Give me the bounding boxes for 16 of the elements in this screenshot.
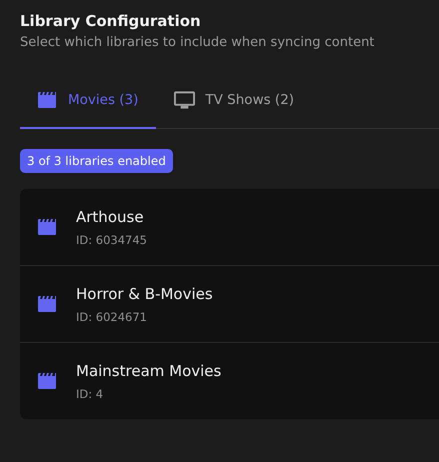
library-id: ID: 6024671 (76, 310, 148, 324)
section-description: Select which libraries to include when syncing content (20, 34, 376, 52)
tab[interactable]: Movies (3) (20, 72, 156, 129)
library-name: Horror & B-Movies (76, 284, 213, 304)
clapperboard-icon (38, 92, 58, 108)
library-name: Mainstream Movies (76, 361, 222, 381)
tv-icon (174, 90, 196, 108)
library-id: ID: 6034745 (76, 233, 147, 247)
status-badge: 3 of 3 libraries enabled (20, 149, 173, 173)
clapperboard-icon (38, 219, 58, 235)
library-name: Arthouse (76, 207, 145, 227)
tab[interactable]: TV Shows (2) (156, 72, 312, 129)
clapperboard-icon (38, 373, 58, 389)
clapperboard-icon (38, 296, 58, 312)
section-title: Library Configuration (20, 11, 202, 32)
library-id: ID: 4 (76, 387, 104, 401)
